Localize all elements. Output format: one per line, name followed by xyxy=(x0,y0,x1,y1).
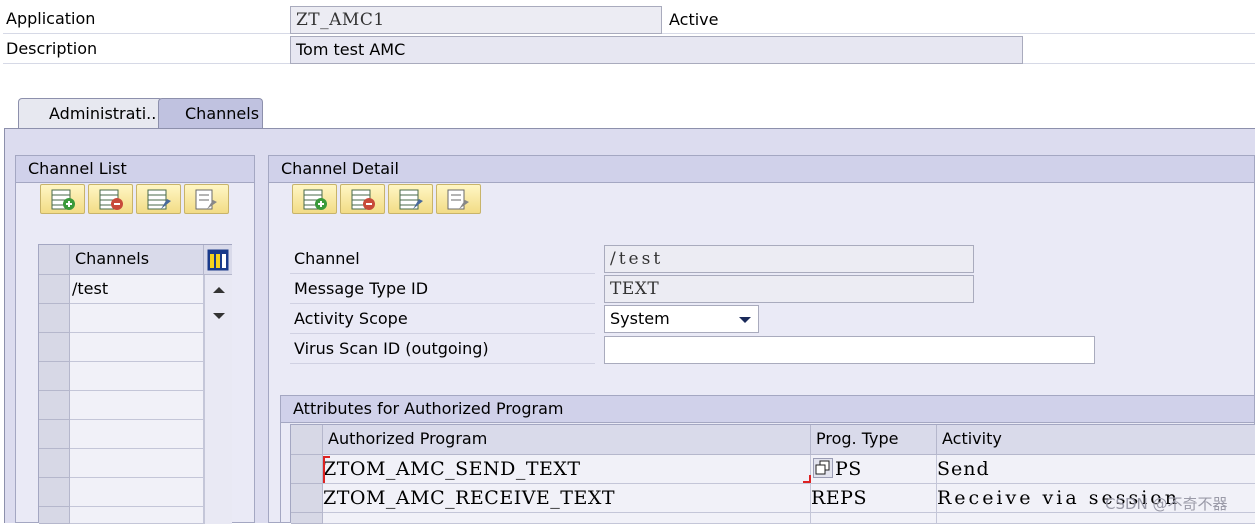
edit-row-icon xyxy=(147,189,171,210)
table-row[interactable]: /test xyxy=(70,275,204,304)
detail-add-row-button[interactable] xyxy=(292,184,337,214)
table-row[interactable] xyxy=(70,362,204,391)
authorized-program-column-header[interactable]: Authorized Program xyxy=(323,425,811,455)
triangle-down-icon xyxy=(213,313,225,319)
channels-table: Channels /test xyxy=(38,244,232,524)
virus-scan-label: Virus Scan ID (outgoing) xyxy=(294,339,489,358)
channel-row: Channel xyxy=(290,244,595,274)
activity-cell[interactable]: Send xyxy=(937,455,1255,484)
attributes-title: Attributes for Authorized Program xyxy=(281,396,1254,423)
row-selector[interactable] xyxy=(39,333,70,362)
table-row[interactable] xyxy=(811,513,937,524)
table-row[interactable] xyxy=(70,391,204,420)
virus-scan-row: Virus Scan ID (outgoing) xyxy=(290,334,595,364)
activity-scope-row: Activity Scope xyxy=(290,304,595,334)
row-selector[interactable] xyxy=(39,507,70,524)
application-field[interactable]: ZT_AMC1 xyxy=(290,6,662,34)
description-field[interactable]: Tom test AMC xyxy=(290,36,1023,64)
prog-type-column-header[interactable]: Prog. Type xyxy=(811,425,937,455)
row-selector[interactable] xyxy=(39,275,70,304)
focus-corner-marker xyxy=(323,456,330,483)
prog-type-cell[interactable]: REPS xyxy=(811,484,937,513)
description-label: Description xyxy=(6,39,98,58)
channel-field[interactable]: /test xyxy=(604,245,974,273)
tab-channels[interactable]: Channels xyxy=(158,98,263,128)
channel-list-add-row-button[interactable] xyxy=(40,184,85,214)
row-selector[interactable] xyxy=(291,513,323,524)
focus-corner-marker xyxy=(803,475,811,483)
table-row[interactable]: ZTOM_AMC_SEND_TEXT xyxy=(323,455,811,484)
activity-scope-label: Activity Scope xyxy=(294,309,408,328)
row-selector[interactable] xyxy=(291,484,323,513)
activity-column-header[interactable]: Activity xyxy=(937,425,1255,455)
row-selector[interactable] xyxy=(39,362,70,391)
detail-delete-row-button[interactable] xyxy=(340,184,385,214)
channel-list-title: Channel List xyxy=(16,156,254,183)
row-selector[interactable] xyxy=(39,391,70,420)
table-row[interactable] xyxy=(70,478,204,507)
vertical-scrollbar[interactable] xyxy=(204,275,232,524)
triangle-up-icon xyxy=(213,287,225,293)
delete-row-icon xyxy=(351,189,375,210)
activity-value: Send xyxy=(937,458,990,480)
message-type-field[interactable]: TEXT xyxy=(604,275,974,303)
virus-scan-field[interactable] xyxy=(604,336,1095,364)
row-selector[interactable] xyxy=(39,449,70,478)
table-row[interactable]: ZTOM_AMC_RECEIVE_TEXT xyxy=(323,484,811,513)
detail-edit-row-button[interactable] xyxy=(388,184,433,214)
prog-type-value: PS xyxy=(835,458,862,480)
row-selector[interactable] xyxy=(39,478,70,507)
copy-row-icon xyxy=(447,189,469,210)
watermark: CSDN @不奇不器 xyxy=(1105,495,1228,513)
application-status: Active xyxy=(669,10,719,29)
tab-administration-label: Administrati... xyxy=(49,104,162,123)
table-row[interactable] xyxy=(70,507,204,524)
column-settings-icon xyxy=(207,249,229,271)
table-row[interactable] xyxy=(70,449,204,478)
row-selector[interactable] xyxy=(39,304,70,333)
select-all-cell[interactable] xyxy=(291,425,323,455)
row-selector[interactable] xyxy=(39,420,70,449)
edit-row-icon xyxy=(399,189,423,210)
message-type-row: Message Type ID xyxy=(290,274,595,304)
channel-list-edit-row-button[interactable] xyxy=(136,184,181,214)
channel-label: Channel xyxy=(294,249,360,268)
program-cell: ZTOM_AMC_SEND_TEXT xyxy=(323,458,581,480)
row-selector[interactable] xyxy=(291,455,323,484)
tab-channels-label: Channels xyxy=(185,104,260,123)
copy-row-icon xyxy=(195,189,217,210)
dropdown-arrow-icon xyxy=(739,317,751,323)
channels-column-header[interactable]: Channels xyxy=(70,245,204,275)
table-row[interactable] xyxy=(323,513,811,524)
program-cell: ZTOM_AMC_RECEIVE_TEXT xyxy=(323,487,616,509)
scroll-up-button[interactable] xyxy=(210,281,228,299)
channel-list-delete-row-button[interactable] xyxy=(88,184,133,214)
scroll-down-button[interactable] xyxy=(210,309,228,327)
channel-cell: /test xyxy=(72,279,109,298)
channel-list-copy-row-button[interactable] xyxy=(184,184,229,214)
tab-administration[interactable]: Administrati... xyxy=(18,98,163,128)
select-all-cell[interactable] xyxy=(39,245,70,275)
activity-scope-select[interactable]: System xyxy=(604,305,759,333)
column-settings-button[interactable] xyxy=(204,245,232,275)
prog-type-value: REPS xyxy=(811,487,867,509)
delete-row-icon xyxy=(99,189,123,210)
application-label: Application xyxy=(6,9,96,28)
prog-type-cell[interactable]: PS xyxy=(803,455,937,484)
activity-scope-value: System xyxy=(610,309,670,328)
table-row[interactable] xyxy=(70,304,204,333)
detail-copy-row-button[interactable] xyxy=(436,184,481,214)
value-help-button[interactable] xyxy=(813,458,833,478)
table-row[interactable] xyxy=(70,333,204,362)
message-type-label: Message Type ID xyxy=(294,279,429,298)
table-row[interactable] xyxy=(70,420,204,449)
value-help-icon xyxy=(815,460,830,475)
add-row-icon xyxy=(303,189,327,210)
add-row-icon xyxy=(51,189,75,210)
channel-detail-title: Channel Detail xyxy=(269,156,1254,183)
